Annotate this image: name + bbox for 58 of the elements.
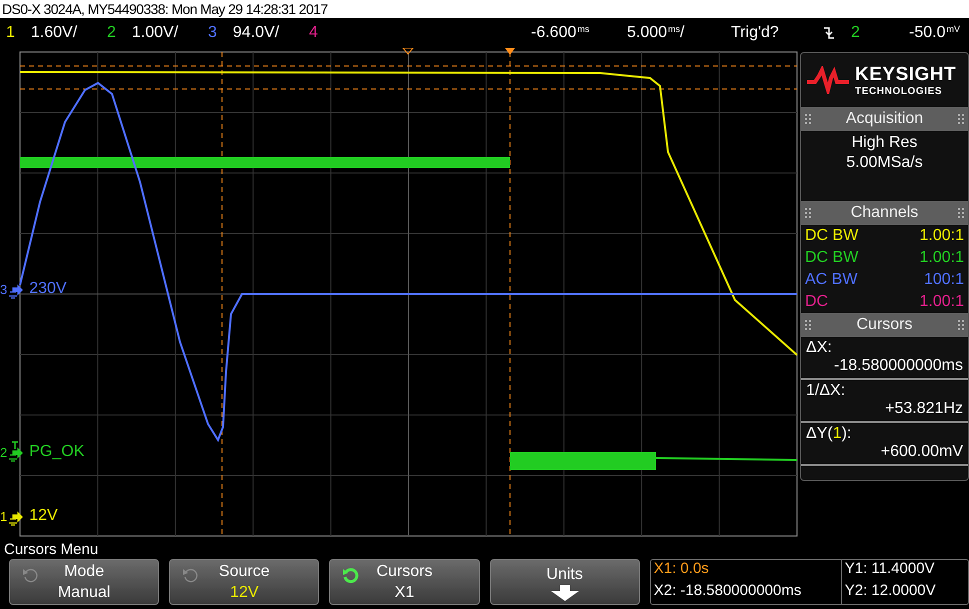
channel-number: 2: [0, 444, 8, 460]
panel-title: Channels: [850, 204, 918, 222]
channel-coupling: DC BW: [805, 227, 858, 245]
grip-icon: [805, 114, 811, 124]
probe-ratio: 1.00:1: [920, 227, 964, 245]
grip-icon: [958, 320, 964, 330]
readout-value: +600.00mV: [880, 443, 963, 461]
brand-subtitle: TECHNOLOGIES: [855, 86, 944, 96]
grip-icon: [958, 114, 964, 124]
channel-scale: 94.0V/: [232, 24, 280, 42]
channel-number[interactable]: 1: [6, 24, 15, 42]
channel-number[interactable]: 2: [107, 24, 116, 42]
panel-title: Cursors: [856, 316, 912, 334]
readout-label: ΔX:: [806, 339, 833, 357]
falling-edge-icon: [823, 25, 835, 41]
probe-ratio: 100:1: [924, 271, 964, 289]
channel-number[interactable]: 4: [309, 24, 318, 42]
panel-title: Acquisition: [846, 110, 924, 128]
softkey-button[interactable]: Mode Manual: [9, 559, 160, 605]
channel-number: 3: [0, 282, 8, 296]
probe-ratio: 1.00:1: [920, 249, 964, 267]
grip-icon: [958, 208, 964, 218]
grip-icon: [805, 320, 811, 330]
channel-label: 12V: [29, 507, 58, 525]
softkey-button[interactable]: Source 12V: [169, 559, 320, 605]
channel-label: PG_OK: [29, 443, 84, 461]
channel-label: 230V: [29, 280, 67, 298]
channel-coupling: DC BW: [805, 249, 858, 267]
readout-value: +53.821Hz: [885, 400, 963, 418]
waveform-logo-icon: [807, 66, 849, 94]
readout-label: ΔY(1):: [806, 425, 852, 443]
channel-coupling: DC: [805, 293, 828, 311]
cursor-readout: X1: 0.0s: [652, 560, 710, 579]
channel-number: 1: [0, 508, 8, 524]
brand-name: KEYSIGHT: [855, 64, 956, 86]
trigger-source: 2: [851, 24, 861, 42]
rotate-arrow-icon: [342, 566, 360, 584]
cursor-readout: Y2: 12.0000V: [840, 582, 968, 604]
cursor-readout: X2: -18.580000000ms: [652, 582, 802, 601]
probe-ratio: 1.00:1: [920, 293, 964, 311]
sample-rate: 5.00MSa/s: [846, 154, 923, 172]
channel-scale: 1.00V/: [132, 24, 178, 42]
readout-label: 1/ΔX:: [806, 382, 846, 400]
softkey-button[interactable]: Units: [490, 559, 640, 605]
rotate-arrow-icon: [22, 566, 40, 584]
down-arrow-icon: [550, 584, 580, 600]
rotate-arrow-icon: [182, 566, 200, 584]
channel-coupling: AC BW: [805, 271, 858, 289]
channel-scale: 1.60V/: [30, 24, 78, 42]
menu-title: Cursors Menu: [3, 540, 100, 559]
cursor-readout: Y1: 11.4000V: [840, 560, 968, 582]
trigger-status: Trig'd?: [731, 24, 780, 42]
window-title: DS0-X 3024A, MY54490338: Mon May 29 14:28:31 2017: [0, 0, 969, 18]
readout-value: -18.580000000ms: [834, 357, 963, 375]
grip-icon: [805, 208, 811, 218]
channel-number[interactable]: 3: [208, 24, 217, 42]
acquisition-mode: High Res: [852, 134, 918, 152]
softkey-button[interactable]: Cursors X1: [329, 559, 480, 605]
